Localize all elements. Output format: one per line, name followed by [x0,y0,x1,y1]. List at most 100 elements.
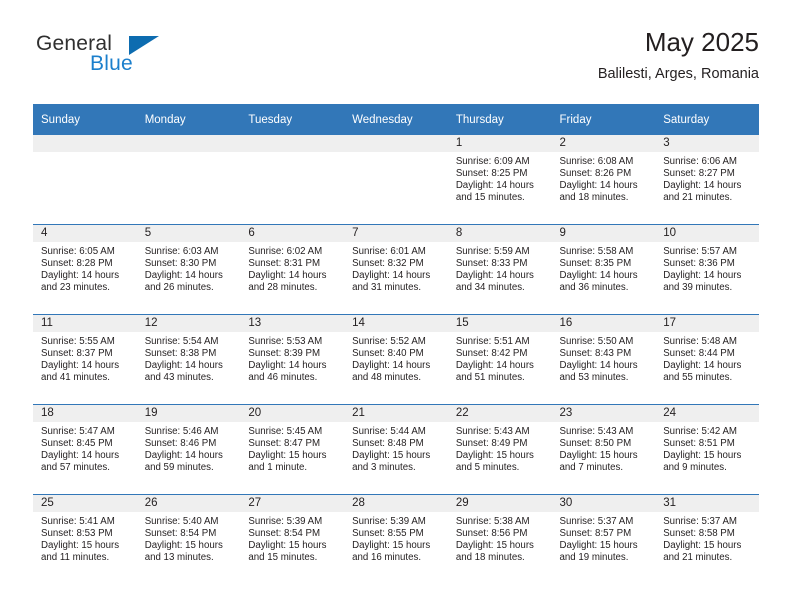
calendar-day-cell[interactable]: 2 Sunrise: 6:08 AM Sunset: 8:26 PM Daylight… [551,135,656,225]
sunrise-text: Sunrise: 5:39 AM [352,516,426,527]
sunrise-text: Sunrise: 6:02 AM [248,246,323,257]
calendar-day-cell[interactable]: 22 Sunrise: 5:43 AM Sunset: 8:49 PM Dayligh… [447,404,552,495]
day-details: Sunrise: 5:59 AM Sunset: 8:33 PM Daylight:… [448,242,552,314]
calendar-day-cell[interactable]: 31 Sunrise: 5:37 AM Sunset: 8:58 PM Dayligh… [655,494,759,584]
calendar-day-cell[interactable]: 6 Sunrise: 6:02 AM Sunset: 8:31 PM Daylight… [240,224,345,315]
daylight-text: Daylight: 15 hours and 11 minutes. [41,540,120,564]
sunrise-text: Sunrise: 5:45 AM [248,426,323,437]
sunset-text: Sunset: 8:32 PM [352,258,424,270]
day-details: Sunrise: 5:43 AM Sunset: 8:50 PM Daylight:… [552,422,656,494]
day-details: Sunrise: 5:37 AM Sunset: 8:58 PM Daylight:… [655,512,759,584]
weekday-header-sunday: Sunday [33,104,137,135]
calendar-day-cell[interactable]: 25 Sunrise: 5:41 AM Sunset: 8:53 PM Dayligh… [33,494,137,584]
day-number: 31 [655,495,759,512]
day-number: 19 [136,405,241,422]
general-blue-logo[interactable]: General Blue [33,30,213,86]
sunrise-text: Sunrise: 6:05 AM [41,246,115,257]
calendar-day-cell[interactable]: 9 Sunrise: 5:58 AM Sunset: 8:35 PM Daylight… [551,224,656,315]
sunrise-text: Sunrise: 5:52 AM [352,336,426,347]
calendar-week-row: 25 Sunrise: 5:41 AM Sunset: 8:53 PM Dayligh… [33,494,759,584]
day-number: 7 [344,225,448,242]
day-details [33,152,137,224]
calendar-page: General Blue May 2025 Balilesti, Arges, … [0,0,792,612]
calendar-day-cell[interactable]: 24 Sunrise: 5:42 AM Sunset: 8:51 PM Dayligh… [655,404,759,495]
day-details: Sunrise: 5:47 AM Sunset: 8:45 PM Daylight:… [33,422,137,494]
day-number: 14 [344,315,448,332]
sunrise-text: Sunrise: 5:40 AM [144,516,219,527]
sunset-text: Sunset: 8:38 PM [144,348,217,360]
sunset-text: Sunset: 8:54 PM [144,528,217,540]
day-details [240,152,344,224]
daylight-text: Daylight: 14 hours and 31 minutes. [352,270,431,294]
day-details: Sunrise: 5:52 AM Sunset: 8:40 PM Daylight:… [344,332,448,404]
sunset-text: Sunset: 8:54 PM [248,528,321,540]
weekday-header-friday: Friday [551,104,656,135]
calendar-day-cell-empty [136,135,241,225]
sunrise-text: Sunrise: 5:37 AM [559,516,634,527]
day-details: Sunrise: 5:51 AM Sunset: 8:42 PM Daylight:… [448,332,552,404]
calendar-day-cell[interactable]: 5 Sunrise: 6:03 AM Sunset: 8:30 PM Daylight… [136,224,241,315]
calendar-day-cell[interactable]: 16 Sunrise: 5:50 AM Sunset: 8:43 PM Dayligh… [551,314,656,405]
sunset-text: Sunset: 8:47 PM [248,438,321,450]
sunrise-text: Sunrise: 5:37 AM [663,516,737,527]
sunrise-text: Sunrise: 5:43 AM [559,426,634,437]
sunset-text: Sunset: 8:55 PM [352,528,424,540]
day-details: Sunrise: 6:03 AM Sunset: 8:30 PM Daylight:… [137,242,241,314]
calendar-day-cell[interactable]: 15 Sunrise: 5:51 AM Sunset: 8:42 PM Dayligh… [447,314,552,405]
day-number: 29 [447,495,552,512]
calendar-day-cell[interactable]: 3 Sunrise: 6:06 AM Sunset: 8:27 PM Daylight… [655,135,759,225]
day-details: Sunrise: 6:02 AM Sunset: 8:31 PM Daylight:… [240,242,344,314]
calendar-day-cell[interactable]: 12 Sunrise: 5:54 AM Sunset: 8:38 PM Dayligh… [136,314,241,405]
daylight-text: Daylight: 15 hours and 9 minutes. [663,450,742,474]
sunrise-text: Sunrise: 5:43 AM [455,426,530,437]
day-number: 27 [240,495,345,512]
sunrise-text: Sunrise: 5:50 AM [559,336,634,347]
sunset-text: Sunset: 8:25 PM [455,168,528,180]
day-number: 18 [33,405,137,422]
calendar-week-row: 11 Sunrise: 5:55 AM Sunset: 8:37 PM Dayligh… [33,314,759,405]
sunrise-text: Sunrise: 5:53 AM [248,336,323,347]
day-number: 20 [240,405,345,422]
day-details: Sunrise: 5:53 AM Sunset: 8:39 PM Daylight:… [240,332,344,404]
calendar-day-cell[interactable]: 27 Sunrise: 5:39 AM Sunset: 8:54 PM Dayligh… [240,494,345,584]
calendar-day-cell[interactable]: 30 Sunrise: 5:37 AM Sunset: 8:57 PM Dayligh… [551,494,656,584]
calendar-day-cell[interactable]: 10 Sunrise: 5:57 AM Sunset: 8:36 PM Dayligh… [655,224,759,315]
calendar-day-cell[interactable]: 13 Sunrise: 5:53 AM Sunset: 8:39 PM Dayligh… [240,314,345,405]
calendar-day-cell[interactable]: 11 Sunrise: 5:55 AM Sunset: 8:37 PM Dayligh… [33,314,137,405]
sunrise-text: Sunrise: 6:01 AM [352,246,426,257]
day-number: 1 [447,135,552,152]
calendar-day-cell[interactable]: 26 Sunrise: 5:40 AM Sunset: 8:54 PM Dayligh… [136,494,241,584]
daylight-text: Daylight: 14 hours and 51 minutes. [455,360,534,384]
sunrise-text: Sunrise: 5:38 AM [455,516,530,527]
day-number: 12 [136,315,241,332]
sunset-text: Sunset: 8:33 PM [455,258,528,270]
sunset-text: Sunset: 8:31 PM [248,258,321,270]
day-details: Sunrise: 5:50 AM Sunset: 8:43 PM Daylight:… [552,332,656,404]
sunrise-text: Sunrise: 6:09 AM [455,156,530,167]
calendar-week-row: 18 Sunrise: 5:47 AM Sunset: 8:45 PM Dayligh… [33,404,759,495]
calendar-day-cell[interactable]: 4 Sunrise: 6:05 AM Sunset: 8:28 PM Daylight… [33,224,137,315]
calendar-day-cell[interactable]: 1 Sunrise: 6:09 AM Sunset: 8:25 PM Daylight… [447,135,552,225]
calendar-day-cell[interactable]: 20 Sunrise: 5:45 AM Sunset: 8:47 PM Dayligh… [240,404,345,495]
day-details: Sunrise: 6:01 AM Sunset: 8:32 PM Daylight:… [344,242,448,314]
weekday-header-wednesday: Wednesday [344,104,448,135]
calendar-day-cell[interactable]: 17 Sunrise: 5:48 AM Sunset: 8:44 PM Dayligh… [655,314,759,405]
calendar-day-cell[interactable]: 21 Sunrise: 5:44 AM Sunset: 8:48 PM Dayligh… [344,404,448,495]
calendar-day-cell[interactable]: 18 Sunrise: 5:47 AM Sunset: 8:45 PM Dayligh… [33,404,137,495]
daylight-text: Daylight: 15 hours and 1 minute. [248,450,327,474]
sunrise-text: Sunrise: 6:08 AM [559,156,634,167]
calendar-day-cell[interactable]: 8 Sunrise: 5:59 AM Sunset: 8:33 PM Daylight… [447,224,552,315]
day-number: 10 [655,225,759,242]
day-details: Sunrise: 5:39 AM Sunset: 8:54 PM Daylight:… [240,512,344,584]
calendar-day-cell[interactable]: 14 Sunrise: 5:52 AM Sunset: 8:40 PM Dayligh… [344,314,448,405]
calendar-day-cell[interactable]: 28 Sunrise: 5:39 AM Sunset: 8:55 PM Dayligh… [344,494,448,584]
calendar-day-cell[interactable]: 23 Sunrise: 5:43 AM Sunset: 8:50 PM Dayligh… [551,404,656,495]
sunrise-text: Sunrise: 6:03 AM [144,246,219,257]
day-number: 11 [33,315,137,332]
weekday-header-monday: Monday [136,104,241,135]
day-number: 21 [344,405,448,422]
day-number: 4 [33,225,137,242]
calendar-day-cell[interactable]: 19 Sunrise: 5:46 AM Sunset: 8:46 PM Dayligh… [136,404,241,495]
calendar-day-cell[interactable]: 29 Sunrise: 5:38 AM Sunset: 8:56 PM Dayligh… [447,494,552,584]
calendar-day-cell[interactable]: 7 Sunrise: 6:01 AM Sunset: 8:32 PM Daylight… [344,224,448,315]
